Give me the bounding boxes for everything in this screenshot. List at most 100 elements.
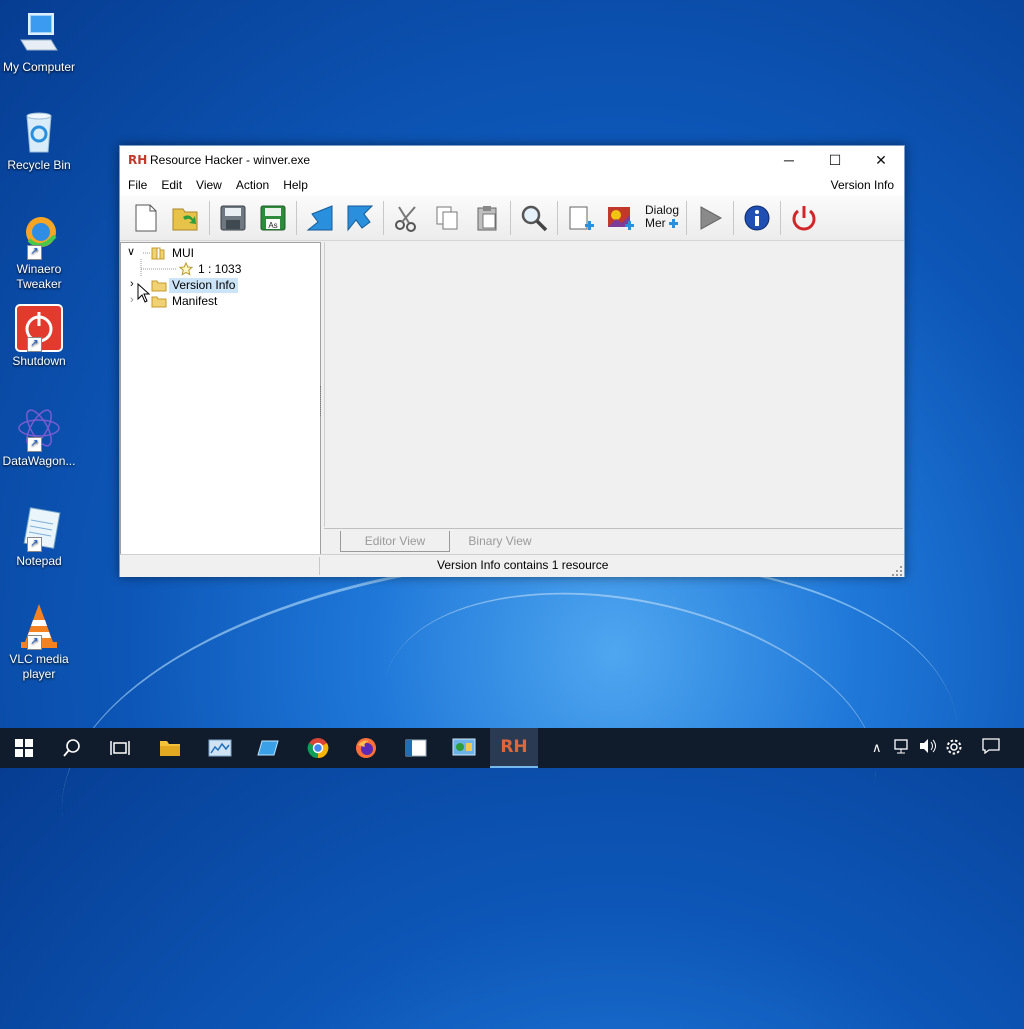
taskbar-chrome[interactable] bbox=[294, 728, 342, 768]
action-center-icon[interactable] bbox=[982, 738, 1000, 758]
folder-icon bbox=[151, 279, 167, 295]
show-hidden-icons-chevron-icon[interactable]: ∧ bbox=[872, 740, 882, 756]
menu-action[interactable]: Action bbox=[229, 178, 276, 192]
tree-node-version-info[interactable]: Version Info bbox=[169, 278, 239, 293]
taskbar-app-monitor[interactable] bbox=[196, 728, 244, 768]
tree-node-manifest[interactable]: Manifest bbox=[172, 294, 217, 309]
menu-edit[interactable]: Edit bbox=[154, 178, 189, 192]
resource-hacker-icon: RH bbox=[500, 737, 528, 757]
new-file-icon bbox=[135, 204, 157, 232]
toolbar-separator bbox=[780, 201, 781, 235]
collapse-chevron-icon[interactable]: ∨ bbox=[127, 245, 135, 258]
add-blank-resource-button[interactable] bbox=[563, 200, 599, 236]
menu-help[interactable]: Help bbox=[276, 178, 315, 192]
power-icon bbox=[792, 206, 816, 231]
datawagon-icon: ↗ bbox=[15, 404, 63, 452]
dialog-merge-icon: Dialog Mer bbox=[643, 202, 681, 234]
toolbar: As Dialog Mer bbox=[120, 196, 904, 241]
minimize-button[interactable]: ─ bbox=[766, 146, 812, 174]
toolbar-separator bbox=[557, 201, 558, 235]
taskbar: RH ∧ bbox=[0, 728, 1024, 768]
menu-file[interactable]: File bbox=[120, 178, 154, 192]
paste-icon bbox=[477, 206, 497, 231]
shutdown-icon: ↗ bbox=[15, 304, 63, 352]
taskbar-file-explorer[interactable] bbox=[146, 728, 194, 768]
info-icon bbox=[744, 205, 770, 231]
desktop-icon-label: VLC media player bbox=[9, 652, 69, 681]
mouse-cursor-icon bbox=[137, 282, 151, 306]
status-divider bbox=[319, 557, 320, 575]
search-button[interactable] bbox=[48, 728, 96, 768]
close-button[interactable]: ✕ bbox=[858, 146, 904, 174]
toolbar-separator bbox=[296, 201, 297, 235]
taskbar-control-panel[interactable] bbox=[440, 728, 488, 768]
find-button[interactable] bbox=[516, 200, 552, 236]
toolbar-separator bbox=[733, 201, 734, 235]
dialog-merge-button[interactable]: Dialog Mer bbox=[643, 200, 681, 236]
settings-gear-icon[interactable] bbox=[945, 738, 963, 760]
control-panel-icon bbox=[452, 738, 476, 756]
copy-button[interactable] bbox=[429, 200, 465, 236]
cut-button[interactable] bbox=[389, 200, 425, 236]
shortcut-arrow-icon: ↗ bbox=[27, 337, 42, 352]
folder-open-icon bbox=[151, 246, 167, 263]
editor-pane[interactable] bbox=[324, 242, 904, 527]
task-view-button[interactable] bbox=[96, 728, 144, 768]
about-button[interactable] bbox=[739, 200, 775, 236]
expand-chevron-icon[interactable]: › bbox=[130, 294, 134, 306]
desktop-icon-label: Notepad bbox=[16, 554, 62, 568]
firefox-icon bbox=[356, 738, 376, 758]
add-image-icon bbox=[608, 207, 634, 230]
resource-tree: ∨ MUI 1 : 1033 › Version Info › Manifest bbox=[120, 242, 321, 555]
save-button[interactable] bbox=[215, 200, 251, 236]
taskbar-app-drive[interactable] bbox=[244, 728, 292, 768]
chrome-icon bbox=[307, 738, 329, 759]
desktop-icon-notepad[interactable]: ↗ Notepad bbox=[0, 504, 78, 569]
open-file-button[interactable] bbox=[168, 200, 204, 236]
desktop-icon-recycle-bin[interactable]: Recycle Bin bbox=[0, 108, 78, 173]
compile-button[interactable] bbox=[302, 200, 338, 236]
tree-node-resource-1-1033[interactable]: 1 : 1033 bbox=[198, 262, 241, 277]
network-icon[interactable] bbox=[894, 738, 912, 758]
menu-view[interactable]: View bbox=[189, 178, 229, 192]
file-explorer-icon bbox=[160, 741, 180, 756]
run-button[interactable] bbox=[692, 200, 728, 236]
copy-icon bbox=[436, 206, 458, 230]
magnifier-icon bbox=[521, 205, 548, 232]
save-as-button[interactable]: As bbox=[255, 200, 291, 236]
add-image-resource-button[interactable] bbox=[603, 200, 639, 236]
desktop-icon-label: My Computer bbox=[2, 60, 76, 74]
exit-button[interactable] bbox=[786, 200, 822, 236]
taskbar-resource-hacker[interactable]: RH bbox=[490, 728, 538, 768]
dialog-merge-text: Mer bbox=[645, 216, 666, 230]
app-window-icon bbox=[405, 739, 427, 757]
resize-grip-icon[interactable] bbox=[892, 565, 902, 576]
run-script-button[interactable] bbox=[342, 200, 378, 236]
start-button[interactable] bbox=[0, 728, 48, 768]
volume-icon[interactable] bbox=[918, 738, 938, 758]
desktop-icon-my-computer[interactable]: My Computer bbox=[0, 10, 78, 75]
drive-icon bbox=[257, 740, 279, 756]
windows-logo-icon bbox=[15, 739, 33, 757]
desktop-icon-datawagon[interactable]: ↗ DataWagon... bbox=[0, 404, 78, 469]
tab-binary-view[interactable]: Binary View bbox=[454, 531, 546, 551]
recycle-bin-icon bbox=[15, 108, 63, 156]
title-bar[interactable]: RH Resource Hacker - winver.exe ─ ☐ ✕ bbox=[120, 146, 904, 174]
script-arrow-icon bbox=[347, 205, 374, 232]
app-icon: RH bbox=[128, 153, 148, 167]
desktop-icon-vlc[interactable]: ↗ VLC media player bbox=[0, 602, 78, 682]
desktop-icon-label: Shutdown bbox=[12, 354, 66, 368]
expand-chevron-icon[interactable]: › bbox=[130, 278, 134, 290]
taskbar-firefox[interactable] bbox=[342, 728, 390, 768]
taskbar-app-window[interactable] bbox=[392, 728, 440, 768]
vlc-icon: ↗ bbox=[15, 602, 63, 650]
maximize-button[interactable]: ☐ bbox=[812, 146, 858, 174]
new-file-button[interactable] bbox=[128, 200, 164, 236]
desktop-icon-winaero-tweaker[interactable]: ↗ Winaero Tweaker bbox=[0, 212, 78, 292]
tree-node-mui[interactable]: MUI bbox=[172, 246, 194, 261]
desktop-icon-shutdown[interactable]: ↗ Shutdown bbox=[0, 304, 78, 369]
toolbar-separator bbox=[686, 201, 687, 235]
paste-button[interactable] bbox=[469, 200, 505, 236]
search-icon bbox=[63, 739, 80, 757]
tab-editor-view[interactable]: Editor View bbox=[340, 531, 450, 552]
